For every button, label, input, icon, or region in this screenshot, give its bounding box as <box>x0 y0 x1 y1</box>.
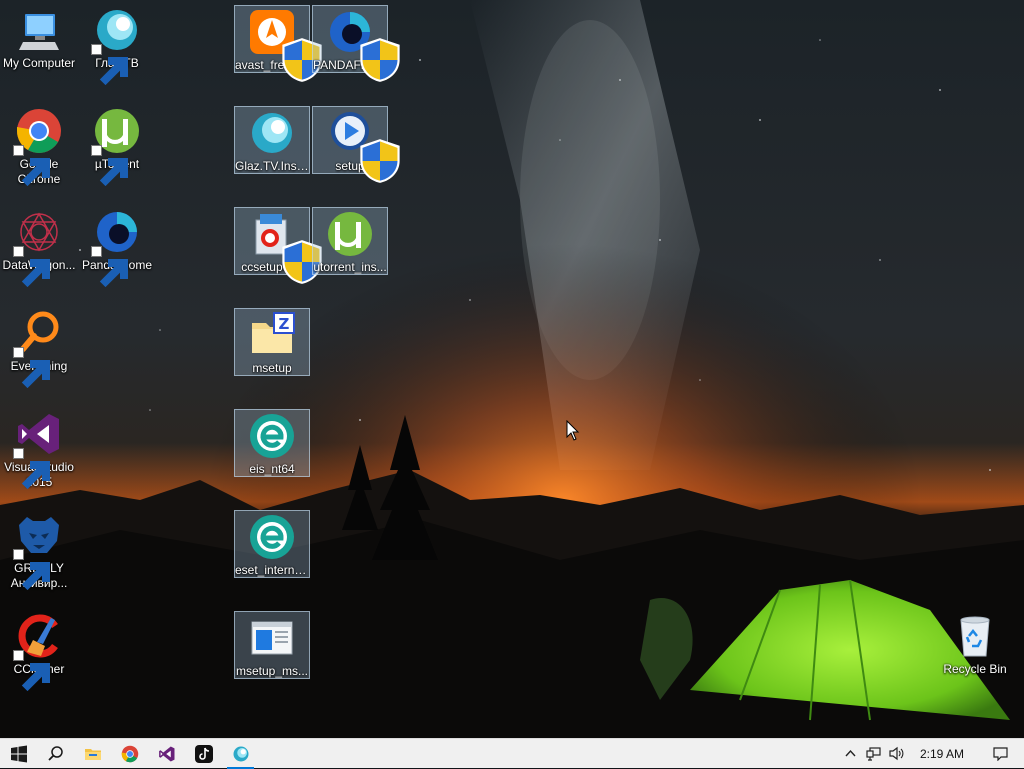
chevron-up-icon <box>845 749 856 757</box>
uac-shield-icon <box>278 36 322 82</box>
desktop-icon-msetup[interactable]: Z msetup <box>234 308 310 376</box>
desktop-icon-utorrent[interactable]: µTorrent <box>79 105 155 187</box>
shortcut-arrow-icon <box>13 347 50 389</box>
my-computer-icon <box>15 6 63 54</box>
desktop-icon-recycle-bin[interactable]: Recycle Bin <box>937 610 1013 678</box>
setup-icon <box>326 109 400 183</box>
desktop-icon-eis-nt64[interactable]: eis_nt64 <box>234 409 310 477</box>
desktop-icon-label: msetup <box>252 361 292 375</box>
desktop-icon-label: Recycle Bin <box>943 662 1007 676</box>
desktop-icon-glaz-tv[interactable]: Глаз.ТВ <box>79 4 155 86</box>
windows-logo-icon <box>10 745 27 762</box>
datawagon-icon <box>13 208 63 288</box>
window-app-icon <box>248 614 296 662</box>
glaz-tv-installer-icon <box>248 109 296 157</box>
ccsetup-icon <box>248 210 322 284</box>
chrome-icon <box>121 745 138 762</box>
shortcut-arrow-icon <box>91 44 128 86</box>
start-button[interactable] <box>0 739 37 769</box>
desktop-icon-panda-dome[interactable]: Panda Dome <box>79 206 155 288</box>
shortcut-arrow-icon <box>13 650 50 692</box>
desktop-icon-avast-installer[interactable]: avast_free_a... <box>234 5 322 82</box>
volume-button[interactable] <box>885 739 908 769</box>
shortcut-arrow-icon <box>13 448 50 490</box>
chrome-icon <box>13 107 63 187</box>
everything-icon <box>13 309 63 389</box>
tiktok-button[interactable] <box>185 739 222 769</box>
file-explorer-button[interactable] <box>74 739 111 769</box>
desktop-icon-glaz-tv-installer[interactable]: Glaz.TV.Inst... <box>234 106 310 174</box>
eset-icon <box>248 412 296 460</box>
eset-icon <box>248 513 296 561</box>
utorrent-icon <box>91 107 141 187</box>
desktop-icon-grizzly[interactable]: GRIZZLY Антивир... <box>1 509 77 591</box>
speaker-icon <box>889 746 904 761</box>
mouse-cursor-icon <box>566 420 580 441</box>
utorrent-installer-icon <box>326 210 374 258</box>
shortcut-arrow-icon <box>13 549 50 591</box>
desktop-icon-panda-installer[interactable]: PANDAFRE... <box>312 5 400 82</box>
show-hidden-icons-button[interactable] <box>839 739 862 769</box>
network-button[interactable] <box>862 739 885 769</box>
system-tray: 2:19 AM <box>839 739 1024 769</box>
desktop-icon-my-computer[interactable]: My Computer <box>1 4 77 72</box>
uac-shield-icon <box>278 238 322 284</box>
shortcut-arrow-icon <box>13 246 50 288</box>
search-button[interactable] <box>37 739 74 769</box>
visual-studio-icon <box>13 410 63 490</box>
desktop-icon-everything[interactable]: Everything <box>1 307 77 389</box>
desktop-icon-google-chrome[interactable]: Google Chrome <box>1 105 77 187</box>
desktop-icon-label: My Computer <box>2 56 76 70</box>
desktop-icon-msetup-ms[interactable]: msetup_ms... <box>234 611 310 679</box>
desktop-icon-utorrent-installer[interactable]: utorrent_ins... <box>312 207 388 275</box>
visual-studio-button[interactable] <box>148 739 185 769</box>
visual-studio-icon <box>158 746 174 761</box>
notification-icon <box>992 747 1008 761</box>
recycle-bin-icon <box>951 612 999 660</box>
glaz-tv-icon <box>233 746 248 761</box>
desktop-icon-label: Glaz.TV.Inst... <box>235 159 309 173</box>
folder-icon <box>84 748 101 760</box>
avast-installer-icon <box>248 8 322 82</box>
panda-installer-icon <box>326 8 400 82</box>
svg-text:Z: Z <box>279 315 290 333</box>
shortcut-arrow-icon <box>91 246 128 288</box>
desktop-icon-label: msetup_ms... <box>235 664 309 678</box>
uac-shield-icon <box>356 137 400 183</box>
search-icon <box>47 745 63 761</box>
ccleaner-icon <box>13 612 63 692</box>
tiktok-icon <box>194 744 213 763</box>
desktop-icon-label: eset_interne... <box>235 563 309 577</box>
zip-folder-icon: Z <box>248 311 296 359</box>
desktop-icon-eset-internet-security[interactable]: eset_interne... <box>234 510 310 578</box>
desktop-icon-ccsetup[interactable]: ccsetup608 <box>234 207 322 284</box>
desktop-icon-ccleaner[interactable]: CCleaner <box>1 610 77 692</box>
glaz-tv-button[interactable] <box>222 739 259 769</box>
network-icon <box>866 747 881 761</box>
uac-shield-icon <box>356 36 400 82</box>
glaz-tv-icon <box>91 6 141 86</box>
grizzly-icon <box>13 511 63 591</box>
shortcut-arrow-icon <box>13 145 50 187</box>
desktop-icon-datawagon[interactable]: DataWagon... <box>1 206 77 288</box>
taskbar-clock[interactable]: 2:19 AM <box>908 739 976 769</box>
desktop-icon-label: eis_nt64 <box>249 462 295 476</box>
desktop-icon-setup[interactable]: setup <box>312 106 400 183</box>
taskbar: 2:19 AM <box>0 738 1024 769</box>
clock-time: 2:19 AM <box>919 746 964 761</box>
shortcut-arrow-icon <box>91 145 128 187</box>
desktop-icon-visual-studio[interactable]: Visual Studio 2015 <box>1 408 77 490</box>
action-center-button[interactable] <box>976 739 1024 769</box>
desktop-icon-label: utorrent_ins... <box>313 260 387 274</box>
chrome-button[interactable] <box>111 739 148 769</box>
panda-dome-icon <box>91 208 141 288</box>
